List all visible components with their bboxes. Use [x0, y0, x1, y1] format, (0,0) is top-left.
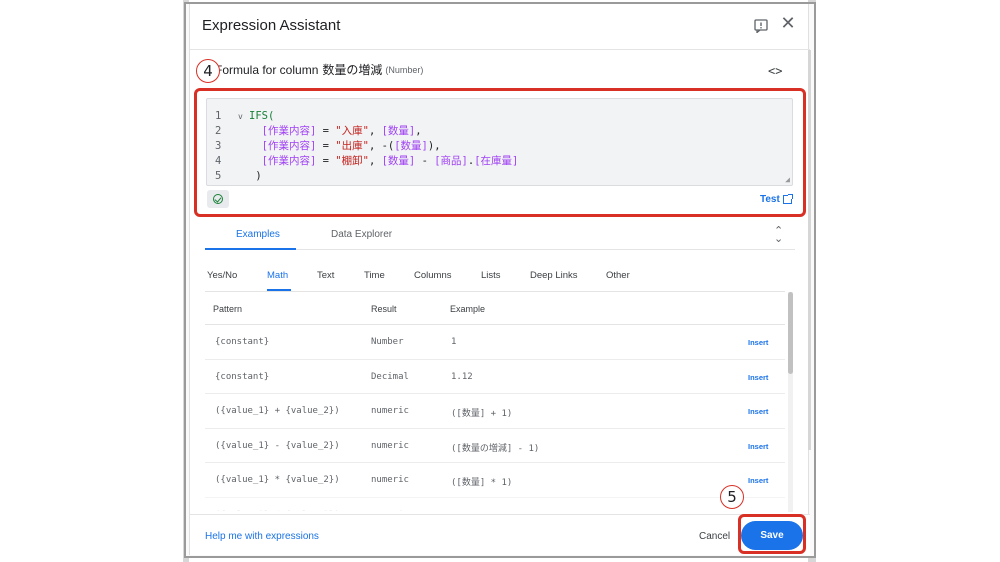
step-5-badge: 5: [720, 485, 744, 509]
editor-highlight-box: [194, 88, 806, 217]
table-row: ({value_1} - {value_2}) numeric ([数量の増減] -…: [205, 429, 785, 463]
cancel-button[interactable]: Cancel: [699, 531, 730, 542]
cell-example: 1.12: [451, 371, 473, 382]
cell-example: ([数量] + 1): [451, 409, 513, 419]
table-scroll-thumb[interactable]: [788, 292, 793, 374]
subtab-other[interactable]: Other: [606, 270, 630, 281]
close-icon[interactable]: ✕: [780, 13, 796, 33]
dialog-header: Expression Assistant ✕: [190, 4, 810, 50]
code-expand-icon[interactable]: <>: [768, 64, 782, 78]
table-row: {constant} Decimal 1.12 Insert: [205, 360, 785, 394]
expression-assistant-dialog: Expression Assistant ✕ Formula for colum…: [189, 4, 811, 555]
subtab-text[interactable]: Text: [317, 270, 334, 281]
insert-button[interactable]: Insert: [748, 476, 768, 485]
header-example: Example: [450, 304, 486, 314]
insert-button[interactable]: Insert: [748, 338, 768, 347]
cell-pattern: {constant}: [215, 371, 270, 382]
cell-result: numeric: [371, 475, 409, 485]
table-scroll-fade: [205, 492, 785, 514]
insert-button[interactable]: Insert: [748, 442, 768, 451]
cell-pattern: ({value_1} * {value_2}): [215, 475, 340, 485]
cell-result: Decimal: [371, 371, 409, 382]
cell-pattern: {constant}: [215, 337, 270, 347]
cell-result: numeric: [371, 406, 409, 416]
table-header: Pattern Result Example: [205, 293, 785, 325]
feedback-icon[interactable]: [753, 18, 769, 34]
example-category-tabs: Yes/No Math Text Time Columns Lists Deep Links…: [205, 262, 785, 292]
insert-button[interactable]: Insert: [748, 373, 768, 382]
insert-button[interactable]: Insert: [748, 407, 768, 416]
dialog-scrollbar[interactable]: [808, 50, 811, 450]
formula-column-name: 数量の増減: [322, 63, 383, 77]
assistant-tabs: Examples Data Explorer ⌃ ⌄: [205, 220, 795, 250]
cell-pattern: ({value_1} + {value_2}): [215, 406, 340, 416]
formula-heading-prefix: Formula for column: [215, 62, 319, 77]
cell-result: Number: [371, 337, 404, 347]
subtab-lists[interactable]: Lists: [481, 270, 501, 281]
tab-data-explorer[interactable]: Data Explorer: [331, 229, 392, 240]
header-result: Result: [371, 304, 397, 314]
table-row: {constant} Number 1 Insert: [205, 325, 785, 360]
cell-example: ([数量の増減] - 1): [451, 443, 540, 454]
subtab-yes-no[interactable]: Yes/No: [207, 270, 237, 281]
table-scrollbar[interactable]: [788, 292, 793, 512]
subtab-deep-links[interactable]: Deep Links: [530, 270, 578, 281]
formula-type-label: (Number): [385, 64, 424, 75]
cell-example: 1: [451, 337, 457, 347]
cell-pattern: ({value_1} - {value_2}): [215, 440, 340, 451]
examples-table: Pattern Result Example {constant} Number 1…: [205, 293, 785, 511]
collapse-icon[interactable]: ⌃ ⌄: [774, 225, 783, 244]
table-row: ({value_1} + {value_2}) numeric ([数量] + 1)…: [205, 394, 785, 429]
cell-example: ([数量] * 1): [451, 478, 513, 488]
tab-examples[interactable]: Examples: [236, 229, 280, 240]
help-with-expressions-link[interactable]: Help me with expressions: [205, 531, 319, 542]
formula-heading: Formula for column 数量の増減 (Number): [194, 61, 423, 78]
header-pattern: Pattern: [213, 304, 243, 314]
subtab-columns[interactable]: Columns: [414, 270, 452, 281]
active-tab-indicator: [205, 248, 296, 250]
save-highlight-box: [738, 514, 806, 554]
step-4-badge: 4: [196, 59, 220, 83]
dialog-footer: Help me with expressions Cancel Save: [190, 514, 810, 555]
subtab-time[interactable]: Time: [364, 270, 385, 281]
cell-result: numeric: [371, 440, 409, 451]
dialog-title: Expression Assistant: [202, 17, 341, 34]
active-subtab-indicator: [267, 289, 291, 291]
subtab-math[interactable]: Math: [267, 270, 288, 281]
